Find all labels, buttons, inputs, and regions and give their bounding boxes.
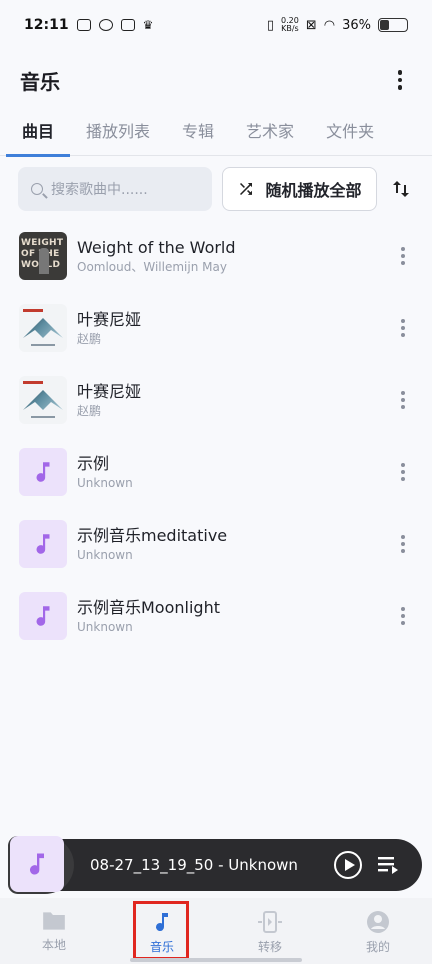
song-title: 叶赛尼娅 xyxy=(77,382,142,401)
sort-arrows-icon[interactable] xyxy=(389,177,413,201)
album-cover: WEIGHT OF THE WORLD xyxy=(19,232,67,280)
vibrate-icon: ▯ xyxy=(266,17,275,33)
tab-artists[interactable]: 艺术家 xyxy=(230,110,310,156)
song-title: Weight of the World xyxy=(77,238,236,257)
battery-percent: 36% xyxy=(342,17,371,33)
song-artist: Unknown xyxy=(77,548,133,562)
search-placeholder: 搜索歌曲中...... xyxy=(51,182,148,198)
album-art-tag xyxy=(23,381,43,384)
album-cover xyxy=(19,304,67,352)
nav-transfer[interactable]: 转移 xyxy=(216,898,324,964)
song-title: 示例 xyxy=(77,454,110,473)
song-more-icon[interactable] xyxy=(394,460,412,484)
music-note-icon xyxy=(30,853,44,875)
song-text: 示例音乐meditative Unknown xyxy=(77,525,394,563)
app-bar: 音乐 xyxy=(0,50,432,110)
tab-folders[interactable]: 文件夹 xyxy=(310,110,390,156)
song-row[interactable]: 示例 Unknown xyxy=(0,436,432,508)
song-title: 叶赛尼娅 xyxy=(77,310,142,329)
now-playing-title: 08-27_13_19_50 - Unknown xyxy=(90,856,298,874)
song-more-icon[interactable] xyxy=(394,388,412,412)
nav-mine[interactable]: 我的 xyxy=(324,898,432,964)
more-vert-icon[interactable] xyxy=(388,68,412,92)
song-more-icon[interactable] xyxy=(394,316,412,340)
song-text: 叶赛尼娅 赵鹏 xyxy=(77,309,394,347)
search-input[interactable]: 搜索歌曲中...... xyxy=(18,167,212,211)
music-note-icon xyxy=(19,592,67,640)
queue-icon[interactable] xyxy=(378,855,400,875)
nav-local[interactable]: 本地 xyxy=(0,898,108,964)
album-art-tag xyxy=(23,309,43,312)
wifi-icon: ◠ xyxy=(323,17,336,33)
tab-tracks[interactable]: 曲目 xyxy=(6,110,71,157)
song-row[interactable]: 示例音乐meditative Unknown xyxy=(0,508,432,580)
song-title: 示例音乐meditative xyxy=(77,526,228,545)
song-more-icon[interactable] xyxy=(394,244,412,268)
nav-label: 我的 xyxy=(365,940,390,954)
song-more-icon[interactable] xyxy=(394,604,412,628)
list-controls: 搜索歌曲中...... 随机播放全部 xyxy=(0,166,432,212)
song-row[interactable]: 叶赛尼娅 赵鹏 xyxy=(0,364,432,436)
play-icon[interactable] xyxy=(334,851,362,879)
crown-icon: ♛ xyxy=(142,18,154,32)
album-art-caption xyxy=(31,344,55,346)
song-row[interactable]: 示例音乐Moonlight Unknown xyxy=(0,580,432,652)
song-row[interactable]: 叶赛尼娅 赵鹏 xyxy=(0,292,432,364)
music-note-icon xyxy=(19,520,67,568)
album-cover xyxy=(19,376,67,424)
song-text: 叶赛尼娅 赵鹏 xyxy=(77,381,394,419)
status-time: 12:11 xyxy=(24,17,69,33)
song-artist: Unknown xyxy=(77,476,133,490)
net-speed-unit: KB/s xyxy=(281,24,299,33)
song-text: Weight of the World Oomloud、Willemijn Ma… xyxy=(77,237,394,275)
shuffle-icon xyxy=(237,180,255,198)
nav-label: 本地 xyxy=(41,938,66,952)
song-more-icon[interactable] xyxy=(394,532,412,556)
song-artist: Oomloud、Willemijn May xyxy=(77,260,227,274)
album-art-wings xyxy=(23,390,63,410)
folder-icon xyxy=(43,912,65,930)
song-title: 示例音乐Moonlight xyxy=(77,598,220,617)
shuffle-all-label: 随机播放全部 xyxy=(265,181,362,200)
song-list: WEIGHT OF THE WORLD Weight of the World … xyxy=(0,220,432,652)
notification-icon xyxy=(76,19,91,31)
nav-label: 转移 xyxy=(257,940,282,954)
net-speed: 0.20 KB/s xyxy=(281,17,299,33)
status-bar: 12:11 ♛ ▯ 0.20 KB/s ⊠ ◠ 36% xyxy=(0,0,432,50)
battery-icon xyxy=(378,18,408,32)
album-art-caption xyxy=(31,416,55,418)
bottom-nav: 本地 音乐 转移 我的 xyxy=(0,898,432,964)
nav-music[interactable]: 音乐 xyxy=(108,898,216,964)
tab-playlists[interactable]: 播放列表 xyxy=(70,110,166,156)
song-text: 示例 Unknown xyxy=(77,453,394,491)
account-icon xyxy=(367,911,389,933)
status-left: 12:11 ♛ xyxy=(24,17,153,33)
inbox-icon xyxy=(120,19,135,31)
album-figure xyxy=(39,248,49,274)
music-note-icon xyxy=(19,448,67,496)
song-text: 示例音乐Moonlight Unknown xyxy=(77,597,394,635)
search-icon xyxy=(31,183,43,195)
song-artist: Unknown xyxy=(77,620,133,634)
tab-albums[interactable]: 专辑 xyxy=(166,110,230,156)
home-indicator xyxy=(130,958,302,962)
app-notification-icon xyxy=(98,19,113,31)
tab-bar: 曲目 播放列表 专辑 艺术家 文件夹 xyxy=(0,110,432,157)
sim-off-icon: ⊠ xyxy=(305,17,317,33)
music-note-icon xyxy=(156,913,168,932)
nav-label: 音乐 xyxy=(149,940,174,954)
song-artist: 赵鹏 xyxy=(77,332,102,346)
album-art-wings xyxy=(23,318,63,338)
song-row[interactable]: WEIGHT OF THE WORLD Weight of the World … xyxy=(0,220,432,292)
now-playing-cover xyxy=(10,836,64,892)
shuffle-all-button[interactable]: 随机播放全部 xyxy=(222,167,377,211)
page-title: 音乐 xyxy=(20,69,60,94)
transfer-icon xyxy=(258,911,282,933)
now-playing-bar[interactable]: 08-27_13_19_50 - Unknown xyxy=(8,836,422,894)
song-artist: 赵鹏 xyxy=(77,404,102,418)
status-right: ▯ 0.20 KB/s ⊠ ◠ 36% xyxy=(267,17,408,33)
